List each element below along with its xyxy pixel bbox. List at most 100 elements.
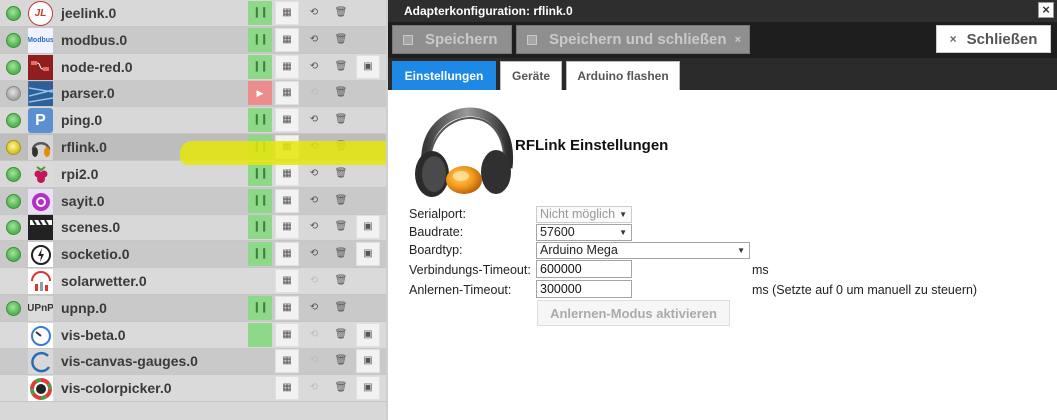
save-and-close-button[interactable]: Speichern und schließen ×: [516, 25, 750, 54]
web-button[interactable]: ▣: [356, 215, 380, 239]
config-button[interactable]: ▦: [275, 376, 299, 400]
config-button[interactable]: ▦: [275, 296, 299, 320]
pause-button[interactable]: ❙❙: [248, 189, 272, 213]
boardtyp-select[interactable]: Arduino Mega ▼: [536, 242, 750, 259]
restart-button[interactable]: ⟲: [302, 135, 326, 159]
restart-button[interactable]: ⟲: [302, 28, 326, 52]
pause-button[interactable]: ❙❙: [248, 1, 272, 25]
serialport-select[interactable]: Nicht möglich ▼: [536, 206, 632, 223]
trash-icon: 🗑: [334, 302, 348, 313]
delete-button[interactable]: 🗑: [329, 376, 353, 400]
restart-button[interactable]: ⟲: [302, 1, 326, 25]
close-icon[interactable]: ×: [1038, 2, 1054, 18]
restart-button[interactable]: ⟲: [302, 242, 326, 266]
adapter-row-parser-0[interactable]: parser.0 ▶ ▦ ⟲ 🗑: [0, 80, 386, 107]
pause-icon: ❙❙: [252, 141, 269, 152]
delete-button[interactable]: 🗑: [329, 242, 353, 266]
start-button[interactable]: ▶: [248, 81, 272, 105]
web-button[interactable]: ▣: [356, 55, 380, 79]
restart-button[interactable]: ⟲: [302, 81, 326, 105]
adapter-row-socketio-0[interactable]: socketio.0 ❙❙ ▦ ⟲ 🗑 ▣: [0, 241, 386, 268]
delete-button[interactable]: 🗑: [329, 189, 353, 213]
tab-geraete[interactable]: Geräte: [500, 61, 562, 90]
delete-button[interactable]: 🗑: [329, 81, 353, 105]
connect-timeout-input[interactable]: 600000: [536, 260, 632, 278]
pause-button[interactable]: ❙❙: [248, 55, 272, 79]
delete-button[interactable]: 🗑: [329, 135, 353, 159]
image-icon: ▣: [363, 329, 373, 340]
adapter-row-vis-canvas-gauges-0[interactable]: vis-canvas-gauges.0 ▦ ⟲ 🗑 ▣: [0, 348, 386, 375]
close-button[interactable]: × Schließen: [936, 25, 1051, 53]
config-button[interactable]: ▦: [275, 349, 299, 373]
adapter-row-vis-colorpicker-0[interactable]: vis-colorpicker.0 ▦ ⟲ 🗑 ▣: [0, 375, 386, 402]
learn-timeout-input[interactable]: 300000: [536, 280, 632, 298]
baudrate-label: Baudrate:: [409, 225, 464, 239]
pause-button[interactable]: ❙❙: [248, 135, 272, 159]
raspberry-logo: [28, 162, 53, 187]
reload-icon: ⟲: [309, 87, 319, 98]
pause-button[interactable]: ❙❙: [248, 162, 272, 186]
adapter-row-scenes-0[interactable]: scenes.0 ❙❙ ▦ ⟲ 🗑 ▣: [0, 214, 386, 241]
tab-arduino-flashen[interactable]: Arduino flashen: [566, 61, 680, 90]
restart-button[interactable]: ⟲: [302, 55, 326, 79]
restart-button[interactable]: ⟲: [302, 162, 326, 186]
restart-button[interactable]: ⟲: [302, 323, 326, 347]
pause-button[interactable]: ❙❙: [248, 108, 272, 132]
tab-einstellungen[interactable]: Einstellungen: [392, 61, 496, 90]
pause-button[interactable]: ❙❙: [248, 296, 272, 320]
restart-button[interactable]: ⟲: [302, 269, 326, 293]
learn-mode-button[interactable]: Anlernen-Modus aktivieren: [537, 300, 730, 326]
delete-button[interactable]: 🗑: [329, 55, 353, 79]
image-icon: ▣: [363, 355, 373, 366]
adapter-row-modbus-0[interactable]: Modbus modbus.0 ❙❙ ▦ ⟲ 🗑: [0, 27, 386, 54]
web-button[interactable]: ▣: [356, 349, 380, 373]
adapter-row-vis-beta-0[interactable]: vis-beta.0 ▦ ⟲ 🗑 ▣: [0, 322, 386, 349]
config-button[interactable]: ▦: [275, 28, 299, 52]
delete-button[interactable]: 🗑: [329, 349, 353, 373]
delete-button[interactable]: 🗑: [329, 323, 353, 347]
config-button[interactable]: ▦: [275, 1, 299, 25]
adapter-row-sayit-0[interactable]: sayit.0 ❙❙ ▦ ⟲ 🗑: [0, 188, 386, 215]
restart-button[interactable]: ⟲: [302, 296, 326, 320]
pause-button[interactable]: ❙❙: [248, 28, 272, 52]
restart-button[interactable]: ⟲: [302, 349, 326, 373]
delete-button[interactable]: 🗑: [329, 1, 353, 25]
config-button[interactable]: ▦: [275, 135, 299, 159]
delete-button[interactable]: 🗑: [329, 28, 353, 52]
restart-button[interactable]: ⟲: [302, 376, 326, 400]
adapter-name: solarwetter.0: [61, 273, 147, 289]
web-button[interactable]: ▣: [356, 323, 380, 347]
config-button[interactable]: ▦: [275, 269, 299, 293]
config-button[interactable]: ▦: [275, 81, 299, 105]
config-button[interactable]: ▦: [275, 215, 299, 239]
adapter-row-rflink-0[interactable]: rflink.0 ❙❙ ▦ ⟲ 🗑: [0, 134, 386, 161]
pause-button[interactable]: ❙❙: [248, 242, 272, 266]
adapter-row-node-red-0[interactable]: node-red.0 ❙❙ ▦ ⟲ 🗑 ▣: [0, 54, 386, 81]
delete-button[interactable]: 🗑: [329, 269, 353, 293]
pause-button[interactable]: ❙❙: [248, 215, 272, 239]
adapter-row-ping-0[interactable]: Pping.0 ❙❙ ▦ ⟲ 🗑: [0, 107, 386, 134]
adapter-row-upnp-0[interactable]: UPnP upnp.0 ❙❙ ▦ ⟲ 🗑: [0, 295, 386, 322]
delete-button[interactable]: 🗑: [329, 296, 353, 320]
restart-button[interactable]: ⟲: [302, 189, 326, 213]
config-button[interactable]: ▦: [275, 323, 299, 347]
delete-button[interactable]: 🗑: [329, 215, 353, 239]
pause-button[interactable]: [248, 323, 272, 347]
config-button[interactable]: ▦: [275, 55, 299, 79]
config-button[interactable]: ▦: [275, 242, 299, 266]
config-button[interactable]: ▦: [275, 189, 299, 213]
web-button[interactable]: ▣: [356, 376, 380, 400]
config-button[interactable]: ▦: [275, 162, 299, 186]
adapter-row-solarwetter-0[interactable]: solarwetter.0 ▦ ⟲ 🗑: [0, 268, 386, 295]
status-led-icon: [6, 6, 21, 21]
baudrate-select[interactable]: 57600 ▼: [536, 224, 632, 241]
delete-button[interactable]: 🗑: [329, 108, 353, 132]
save-button[interactable]: Speichern: [392, 25, 512, 54]
adapter-row-rpi2-0[interactable]: rpi2.0 ❙❙ ▦ ⟲ 🗑: [0, 161, 386, 188]
delete-button[interactable]: 🗑: [329, 162, 353, 186]
restart-button[interactable]: ⟲: [302, 215, 326, 239]
adapter-row-jeelink-0[interactable]: JL jeelink.0 ❙❙ ▦ ⟲ 🗑: [0, 0, 386, 27]
restart-button[interactable]: ⟲: [302, 108, 326, 132]
config-button[interactable]: ▦: [275, 108, 299, 132]
web-button[interactable]: ▣: [356, 242, 380, 266]
